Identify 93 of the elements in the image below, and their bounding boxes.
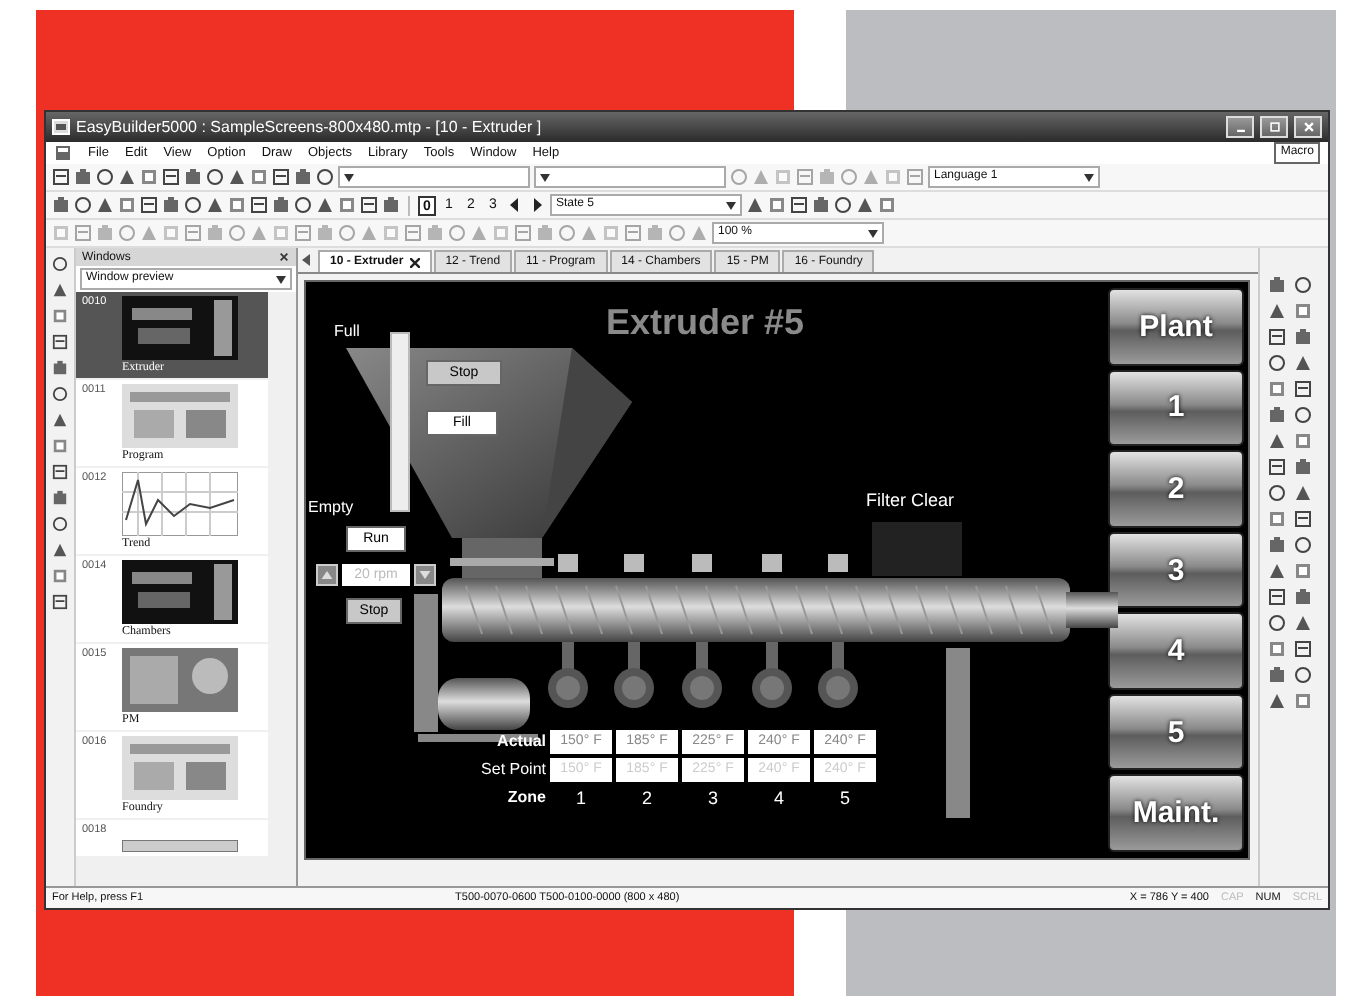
heater-drawing <box>682 642 722 708</box>
close-icon[interactable] <box>409 257 420 267</box>
indicator-light <box>828 554 848 572</box>
scroll-left-icon[interactable] <box>302 254 312 266</box>
tool-icon[interactable] <box>1294 328 1312 346</box>
left-arrow-icon[interactable] <box>506 196 524 214</box>
thumbnail-preview <box>122 560 238 624</box>
tool-icon[interactable] <box>52 334 68 350</box>
gauge-label: Empty <box>308 498 354 516</box>
tool-icon[interactable] <box>294 168 312 186</box>
app-icon <box>52 118 70 136</box>
tool-icon[interactable] <box>1268 458 1286 476</box>
nav-button[interactable]: 3 <box>1108 531 1244 609</box>
heater-drawing <box>614 642 654 708</box>
row-label: Set Point <box>479 758 546 782</box>
support-leg-drawing <box>414 594 438 732</box>
dropdown-arrow-icon <box>344 173 354 181</box>
tool-icon[interactable] <box>1268 406 1286 424</box>
row-label: Zone <box>505 786 546 810</box>
down-arrow-icon <box>418 566 432 584</box>
tool-icon[interactable] <box>52 360 68 376</box>
tool-icon[interactable] <box>1294 640 1312 658</box>
tool-icon[interactable] <box>382 196 400 214</box>
tool-icon[interactable] <box>184 168 202 186</box>
tool-icon[interactable] <box>1294 588 1312 606</box>
filter-drawing <box>872 522 962 576</box>
decrease-button[interactable] <box>414 564 436 586</box>
nav-button[interactable]: 1 <box>1108 369 1244 447</box>
maximize-icon <box>1267 118 1281 136</box>
tool-icon[interactable] <box>1268 276 1286 294</box>
maximize-button[interactable] <box>1260 116 1288 138</box>
nav-button[interactable]: 5 <box>1108 693 1244 771</box>
dropdown-arrow-icon <box>540 173 550 181</box>
close-button[interactable] <box>1294 116 1322 138</box>
zone-number: 1 <box>573 786 588 810</box>
zone-number: 3 <box>705 786 720 810</box>
right-arrow-icon[interactable] <box>528 196 546 214</box>
tool-icon[interactable] <box>1294 380 1312 398</box>
window-title: EasyBuilder5000 : SampleScreens-800x480.mtp - [10 - Extruder ] <box>76 118 544 136</box>
tool-icon[interactable] <box>140 196 158 214</box>
minimize-button[interactable] <box>1226 116 1254 138</box>
tool-icon[interactable] <box>1268 666 1286 684</box>
nav-button[interactable]: Plant <box>1108 288 1244 366</box>
dropdown-arrow-icon <box>868 229 878 237</box>
nav-button[interactable]: 2 <box>1108 450 1244 528</box>
increase-button[interactable] <box>316 564 338 586</box>
screen-title: Extruder #5 <box>606 302 805 344</box>
thumbnail-preview <box>122 736 238 800</box>
tool-icon[interactable] <box>52 464 68 480</box>
up-arrow-icon <box>320 566 334 584</box>
heater-drawing <box>752 642 792 708</box>
gauge-label: Full <box>334 322 360 340</box>
nav-button[interactable]: Maint. <box>1108 774 1244 853</box>
tool-icon[interactable] <box>1268 328 1286 346</box>
tool-icon[interactable] <box>1294 458 1312 476</box>
indicator-light <box>624 554 644 572</box>
tool-icon[interactable] <box>52 594 68 610</box>
dropdown-arrow-icon <box>1084 173 1094 181</box>
zone-number: 4 <box>771 786 786 810</box>
tool-icon[interactable] <box>52 196 70 214</box>
tool-icon[interactable] <box>250 196 268 214</box>
zone-number: 5 <box>837 786 852 810</box>
thumbnail-preview <box>122 648 238 712</box>
thumbnail-preview <box>122 840 238 852</box>
zone-number: 2 <box>639 786 654 810</box>
indicator-light <box>558 554 578 572</box>
nav-button[interactable]: 4 <box>1108 612 1244 690</box>
row-label: Actual <box>495 730 546 754</box>
tool-icon[interactable] <box>74 168 92 186</box>
thumbnail-preview <box>122 296 238 360</box>
indicator-light <box>692 554 712 572</box>
tool-icon[interactable] <box>1294 510 1312 528</box>
indicator-light <box>762 554 782 572</box>
filter-label: Filter Clear <box>866 490 955 510</box>
tool-icon[interactable] <box>790 196 808 214</box>
tool-icon[interactable] <box>52 168 70 186</box>
tool-icon[interactable] <box>272 196 290 214</box>
tool-icon[interactable] <box>52 490 68 506</box>
tool-icon[interactable] <box>272 168 290 186</box>
tool-icon[interactable] <box>162 196 180 214</box>
heater-drawing <box>548 642 588 708</box>
tool-icon[interactable] <box>162 168 180 186</box>
heater-drawing <box>818 642 858 708</box>
tool-icon[interactable] <box>1268 588 1286 606</box>
dropdown-arrow-icon <box>726 201 736 209</box>
tool-icon[interactable] <box>1268 536 1286 554</box>
close-icon[interactable] <box>278 248 290 266</box>
thumbnail-preview <box>122 384 238 448</box>
close-icon <box>1301 118 1315 136</box>
tool-icon[interactable] <box>812 196 830 214</box>
tool-icon[interactable] <box>360 196 378 214</box>
thumbnail-preview <box>122 472 238 536</box>
dropdown-arrow-icon <box>276 275 286 283</box>
